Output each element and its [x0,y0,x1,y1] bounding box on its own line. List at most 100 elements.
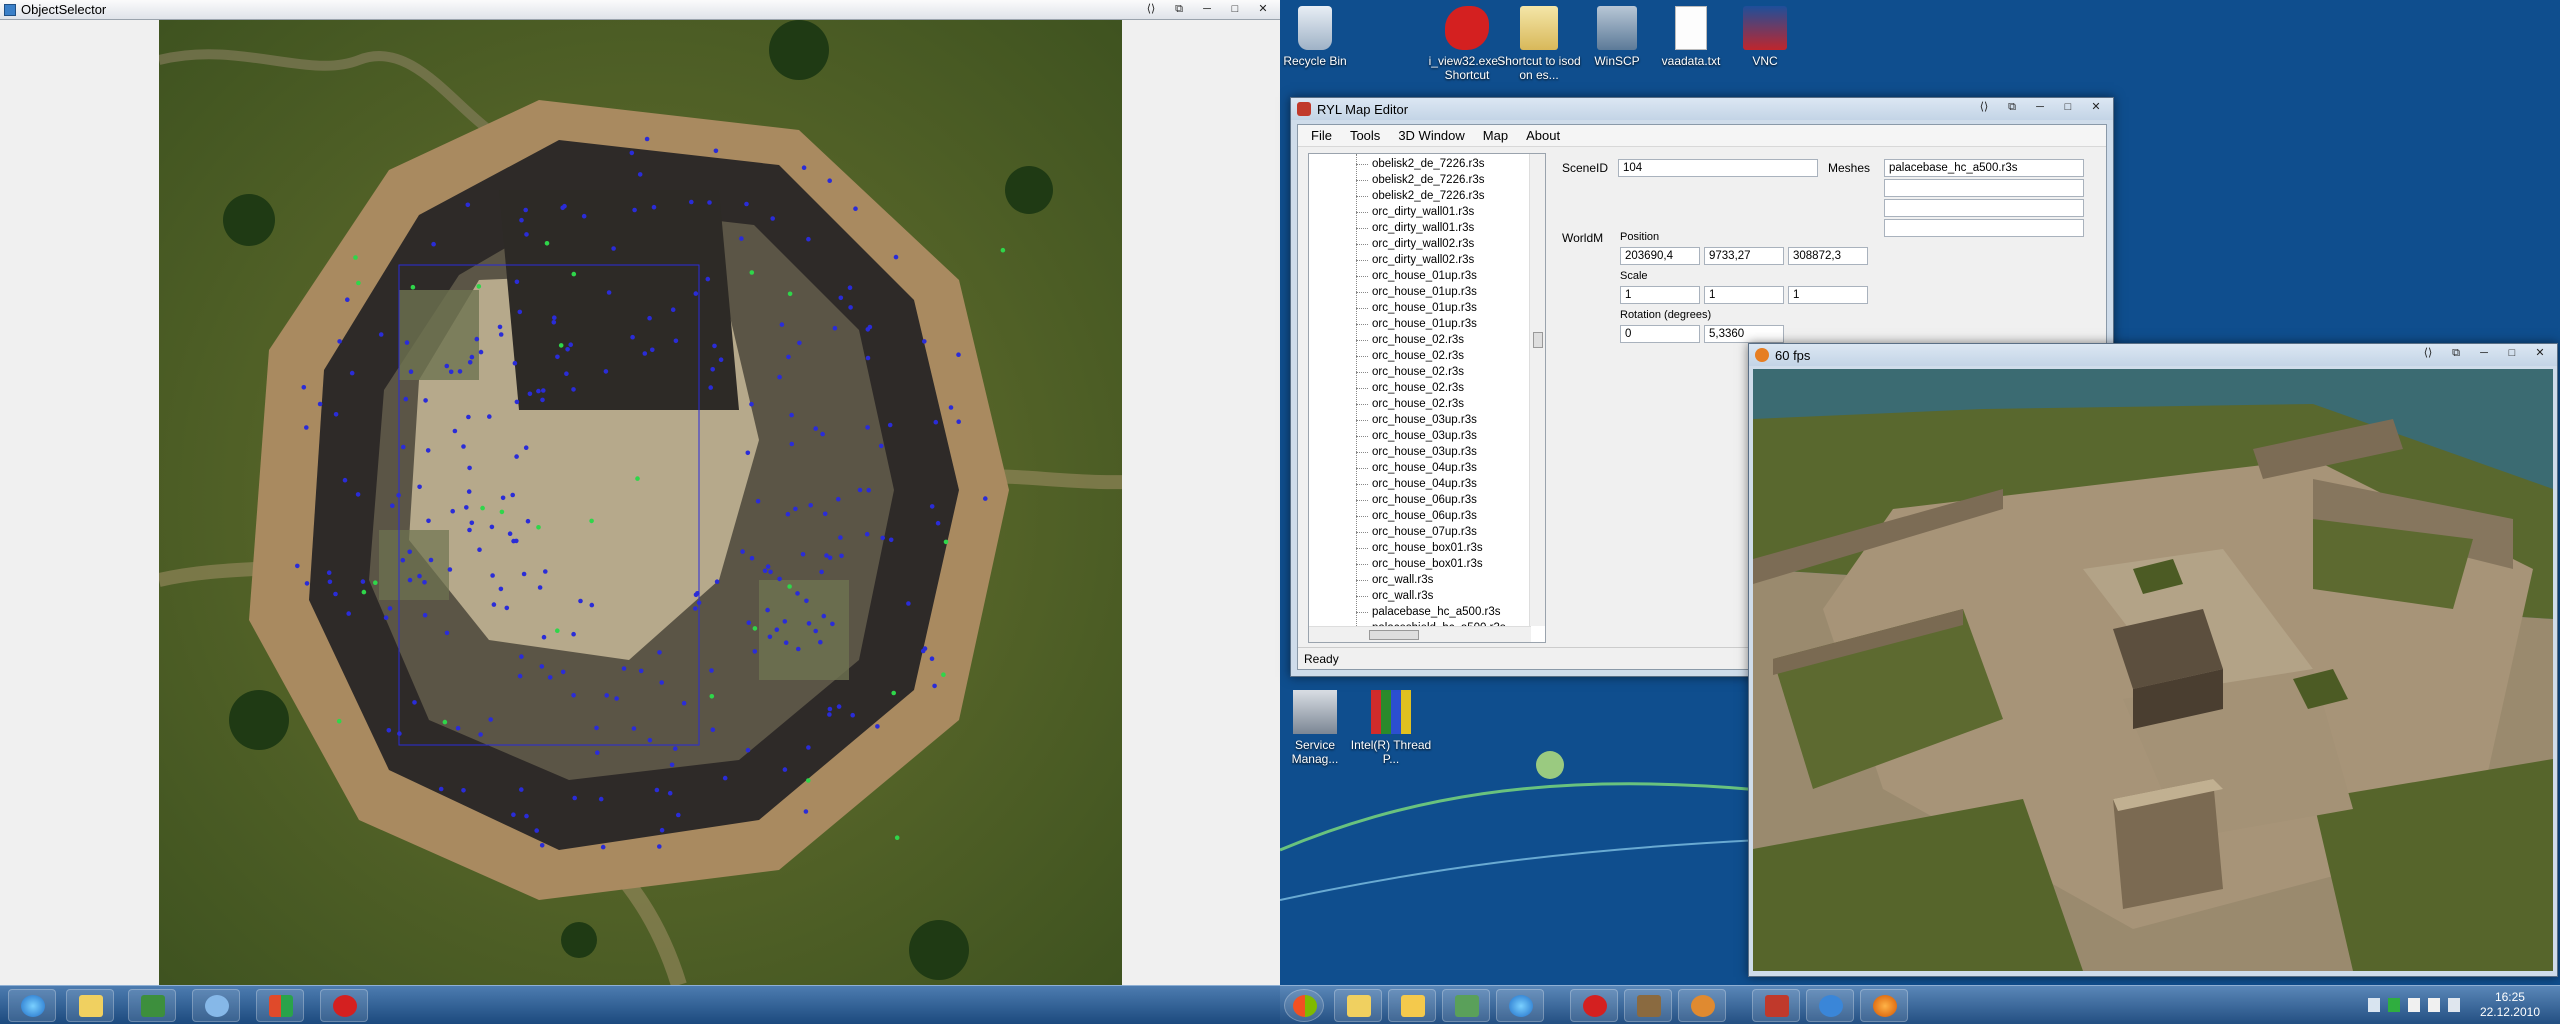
tree-item[interactable]: orc_house_07up.r3s [1309,524,1506,540]
tray-volume-icon[interactable] [2448,998,2460,1012]
maximize-button[interactable]: □ [2055,100,2081,116]
rotation-y-field[interactable]: 5,3360 [1704,325,1784,343]
minimize-button[interactable]: ─ [1194,2,1220,18]
taskbar-users-button[interactable] [192,989,240,1022]
tree-item[interactable]: orc_house_02.r3s [1309,332,1506,348]
taskbar-explorer-button[interactable] [66,989,114,1022]
tree-item[interactable]: orc_dirty_wall02.r3s [1309,252,1506,268]
tree-item[interactable]: orc_house_01up.r3s [1309,316,1506,332]
tray-flag-icon[interactable] [2428,998,2440,1012]
desktop-icon-isod-shortcut[interactable]: Shortcut to isod on es... [1494,6,1584,82]
tree-item[interactable]: orc_dirty_wall01.r3s [1309,220,1506,236]
app-icon [1297,102,1311,116]
taskbar-explorer-button[interactable] [1334,989,1382,1022]
taskbar-fps-button[interactable] [1678,989,1726,1022]
taskbar-network-button[interactable] [1442,989,1490,1022]
rotation-x-field[interactable]: 0 [1620,325,1700,343]
scale-z-field[interactable]: 1 [1788,286,1868,304]
restore-button[interactable]: ⧉ [1999,100,2025,116]
taskbar-ie-button[interactable] [8,989,56,1022]
tray-arrow-icon[interactable] [2368,998,2380,1012]
start-button[interactable] [1284,989,1324,1022]
tree-vertical-scrollbar[interactable] [1529,154,1545,626]
tree-item[interactable]: orc_house_03up.r3s [1309,428,1506,444]
tree-item[interactable]: orc_house_04up.r3s [1309,460,1506,476]
maximize-button[interactable]: □ [2499,346,2525,362]
minimize-button[interactable]: ─ [2471,346,2497,362]
mesh-field-3[interactable] [1884,199,2084,217]
taskbar-windows-button[interactable] [256,989,304,1022]
3d-scene-render [1753,369,2553,971]
tree-item[interactable]: orc_house_02.r3s [1309,348,1506,364]
tree-item[interactable]: orc_house_03up.r3s [1309,412,1506,428]
menu-map[interactable]: Map [1474,128,1517,143]
3d-view-titlebar[interactable]: 60 fps ⟨⟩ ⧉ ─ □ ✕ [1749,344,2557,366]
desktop-icon-recycle-bin[interactable]: Recycle Bin [1270,6,1360,68]
mesh-field-2[interactable] [1884,179,2084,197]
desktop-icon-vnc[interactable]: VNC [1720,6,1810,68]
taskbar-editor-button[interactable] [1752,989,1800,1022]
tree-item[interactable]: orc_wall.r3s [1309,572,1506,588]
tree-horizontal-scrollbar[interactable] [1309,626,1531,642]
tray-app-icon[interactable] [2388,998,2400,1012]
close-button[interactable]: ✕ [2083,100,2109,116]
position-y-field[interactable]: 9733,27 [1704,247,1784,265]
menu-file[interactable]: File [1302,128,1341,143]
menu-bar: File Tools 3D Window Map About [1298,125,2106,147]
taskbar-app-button[interactable] [128,989,176,1022]
mesh-field-4[interactable] [1884,219,2084,237]
scale-x-field[interactable]: 1 [1620,286,1700,304]
back-button[interactable]: ⟨⟩ [1971,100,1997,116]
restore-button[interactable]: ⧉ [1166,2,1192,18]
object-tree[interactable]: obelisk2_de_7226.r3s obelisk2_de_7226.r3s… [1308,153,1546,643]
position-z-field[interactable]: 308872,3 [1788,247,1868,265]
menu-3d-window[interactable]: 3D Window [1389,128,1473,143]
minimize-button[interactable]: ─ [2027,100,2053,116]
taskbar-irfanview-button[interactable] [320,989,368,1022]
tree-item[interactable]: orc_house_01up.r3s [1309,284,1506,300]
object-selector-titlebar[interactable]: ObjectSelector ⟨⟩ ⧉ ─ □ ✕ [0,0,1280,20]
tree-item[interactable]: orc_wall.r3s [1309,588,1506,604]
3d-viewport[interactable] [1753,369,2553,971]
tree-item[interactable]: orc_house_03up.r3s [1309,444,1506,460]
taskbar-ie-button[interactable] [1496,989,1544,1022]
map-editor-titlebar[interactable]: RYL Map Editor ⟨⟩ ⧉ ─ □ ✕ [1291,98,2113,120]
scale-y-field[interactable]: 1 [1704,286,1784,304]
firefox-icon [1873,995,1897,1017]
tree-item[interactable]: orc_house_01up.r3s [1309,268,1506,284]
back-button[interactable]: ⟨⟩ [2415,346,2441,362]
maximize-button[interactable]: □ [1222,2,1248,18]
tree-item[interactable]: orc_house_box01.r3s [1309,556,1506,572]
taskbar-irfanview-button[interactable] [1570,989,1618,1022]
tree-item[interactable]: orc_house_02.r3s [1309,364,1506,380]
tree-item[interactable]: orc_house_01up.r3s [1309,300,1506,316]
close-button[interactable]: ✕ [2527,346,2553,362]
tree-item[interactable]: orc_house_box01.r3s [1309,540,1506,556]
minimap-image [159,20,1122,985]
tree-item[interactable]: orc_dirty_wall02.r3s [1309,236,1506,252]
scene-id-field[interactable]: 104 [1618,159,1818,177]
tree-item[interactable]: palacebase_hc_a500.r3s [1309,604,1506,620]
back-button[interactable]: ⟨⟩ [1138,2,1164,18]
tray-network-icon[interactable] [2408,998,2420,1012]
tree-item[interactable]: orc_house_06up.r3s [1309,508,1506,524]
tree-item[interactable]: obelisk2_de_7226.r3s [1309,156,1506,172]
tree-item[interactable]: obelisk2_de_7226.r3s [1309,188,1506,204]
tree-item[interactable]: orc_dirty_wall01.r3s [1309,204,1506,220]
menu-tools[interactable]: Tools [1341,128,1389,143]
minimap-view[interactable] [159,20,1122,985]
system-clock[interactable]: 16:25 22.12.2010 [2480,990,2540,1020]
tree-item[interactable]: orc_house_04up.r3s [1309,476,1506,492]
menu-about[interactable]: About [1517,128,1569,143]
tree-item[interactable]: orc_house_06up.r3s [1309,492,1506,508]
tree-item[interactable]: orc_house_02.r3s [1309,396,1506,412]
tree-item[interactable]: orc_house_02.r3s [1309,380,1506,396]
taskbar-help-button[interactable] [1806,989,1854,1022]
position-x-field[interactable]: 203690,4 [1620,247,1700,265]
taskbar-firefox-button[interactable] [1860,989,1908,1022]
mesh-field-1[interactable]: palacebase_hc_a500.r3s [1884,159,2084,177]
restore-button[interactable]: ⧉ [2443,346,2469,362]
taskbar-game-button[interactable] [1624,989,1672,1022]
taskbar-mail-button[interactable] [1388,989,1436,1022]
tree-item[interactable]: obelisk2_de_7226.r3s [1309,172,1506,188]
